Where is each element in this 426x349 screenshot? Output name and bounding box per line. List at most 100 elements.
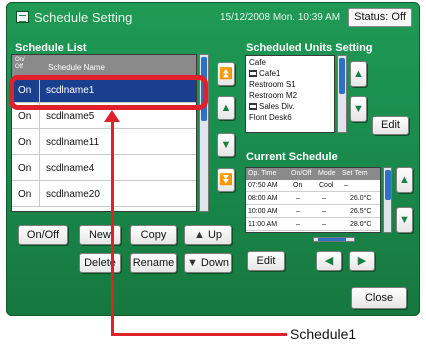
- delete-button[interactable]: Delete: [79, 253, 121, 273]
- schedule-up-button[interactable]: ▲: [396, 167, 413, 193]
- schedule-list-label: Schedule List: [15, 42, 87, 54]
- header-onoff: On/ Off: [15, 57, 25, 70]
- current-schedule-header: Op. Time On/Off Mode Set Tem: [246, 168, 380, 180]
- entry-time: 07:50 AM: [248, 182, 278, 189]
- annotation-line-vertical: [111, 118, 114, 336]
- entry-temp: 26.0°C: [350, 195, 372, 202]
- current-schedule-label: Current Schedule: [246, 151, 338, 163]
- entry-time: 10:00 AM: [248, 208, 278, 215]
- entry-mode: –: [322, 195, 326, 202]
- right-arrow-icon: ▶: [357, 255, 367, 267]
- unit-item[interactable]: Cafe1: [249, 68, 280, 79]
- unit-icon: [249, 70, 257, 77]
- schedule-left-button[interactable]: ◀: [316, 251, 342, 271]
- schedule-entry-row[interactable]: 11:00 AM – – 28.0°C: [246, 219, 380, 231]
- unit-item[interactable]: Restroom M2: [249, 90, 297, 101]
- down-label: Down: [200, 257, 230, 269]
- up-label: Up: [207, 229, 222, 241]
- unit-item[interactable]: Sales Div.: [249, 101, 294, 112]
- scrollbar-thumb[interactable]: [318, 238, 346, 241]
- header-mode: Mode: [318, 170, 336, 177]
- calendar-icon: [16, 11, 29, 23]
- move-top-button[interactable]: ⏫: [217, 62, 235, 86]
- units-up-button[interactable]: ▲: [350, 61, 367, 87]
- up-icon: ▲: [193, 229, 205, 241]
- unit-icon: [249, 103, 257, 110]
- current-schedule-hscrollbar[interactable]: [313, 237, 355, 242]
- double-down-icon: ⏬: [219, 174, 233, 186]
- move-up-button[interactable]: ▲ Up: [184, 225, 232, 245]
- entry-mode: –: [322, 208, 326, 215]
- entry-mode: Cool: [319, 182, 334, 189]
- units-label: Scheduled Units Setting: [246, 42, 373, 54]
- schedule-edit-button[interactable]: Edit: [247, 251, 285, 271]
- scrollbar-thumb[interactable]: [339, 58, 345, 94]
- double-up-icon: ⏫: [219, 68, 233, 80]
- header-set-temp: Set Tem: [342, 170, 368, 177]
- down-arrow-icon: ▼: [220, 139, 232, 151]
- down-arrow-icon: ▼: [399, 214, 410, 226]
- units-down-button[interactable]: ▼: [350, 96, 367, 122]
- unit-label: Sales Div.: [259, 102, 295, 111]
- unit-item[interactable]: Restroom S1: [249, 79, 296, 90]
- row-name: scdlname4: [46, 163, 95, 174]
- schedule-row[interactable]: On scdlname11: [12, 129, 196, 155]
- units-edit-button[interactable]: Edit: [372, 116, 409, 135]
- datetime: 15/12/2008 Mon. 10:39 AM: [220, 12, 341, 23]
- current-schedule-scrollbar[interactable]: [383, 167, 392, 233]
- up-arrow-icon: ▲: [399, 174, 410, 186]
- entry-mode: –: [322, 221, 326, 228]
- entry-onoff: On: [293, 182, 303, 189]
- schedule-right-button[interactable]: ▶: [349, 251, 375, 271]
- status-button[interactable]: Status: Off: [348, 8, 412, 27]
- schedule-entry-row[interactable]: 10:00 AM – – 26.5°C: [246, 206, 380, 218]
- entry-time: 08:00 AM: [248, 195, 278, 202]
- left-arrow-icon: ◀: [324, 255, 334, 267]
- entry-onoff: –: [296, 195, 300, 202]
- scrollbar-thumb[interactable]: [385, 170, 391, 200]
- schedule-entry-row[interactable]: 08:00 AM – – 26.0°C: [246, 193, 380, 205]
- scroll-up-button[interactable]: ▲: [217, 96, 235, 120]
- row-onoff: On: [18, 111, 32, 122]
- row-name: scdlname11: [46, 137, 100, 148]
- row-name: scdlname5: [46, 111, 95, 122]
- up-arrow-icon: ▲: [220, 102, 232, 114]
- row-name: scdlname20: [46, 189, 100, 200]
- annotation-label: Schedule1: [290, 326, 357, 342]
- header-onoff: On/Off: [291, 170, 312, 177]
- up-arrow-icon: ▲: [353, 68, 364, 80]
- row-onoff: On: [18, 137, 32, 148]
- current-schedule-table[interactable]: Op. Time On/Off Mode Set Tem 07:50 AM On…: [245, 167, 381, 233]
- row-onoff: On: [18, 163, 32, 174]
- new-button[interactable]: New: [79, 225, 121, 245]
- schedule-row[interactable]: On scdlname20: [12, 181, 196, 207]
- move-down-button[interactable]: ▼ Down: [184, 253, 232, 273]
- schedule-down-button[interactable]: ▼: [396, 207, 413, 233]
- entry-onoff: –: [296, 208, 300, 215]
- down-icon: ▼: [186, 257, 198, 269]
- entry-temp: 26.5°C: [350, 208, 372, 215]
- entry-temp: –: [344, 182, 348, 189]
- scroll-down-button[interactable]: ▼: [217, 133, 235, 157]
- copy-button[interactable]: Copy: [130, 225, 177, 245]
- header-schedule-name: Schedule Name: [48, 63, 105, 72]
- close-button[interactable]: Close: [351, 287, 407, 309]
- unit-group[interactable]: Cafe: [249, 57, 266, 68]
- title-bar: Schedule Setting 15/12/2008 Mon. 10:39 A…: [6, 2, 420, 32]
- units-scrollbar[interactable]: [337, 55, 347, 133]
- schedule-list-header: On/ Off Schedule Name: [12, 55, 196, 77]
- row-onoff: On: [18, 189, 32, 200]
- down-arrow-icon: ▼: [353, 103, 364, 115]
- onoff-button[interactable]: On/Off: [18, 225, 68, 245]
- scheduled-units-list[interactable]: Cafe Cafe1 Restroom S1 Restroom M2 Sales…: [245, 55, 335, 133]
- rename-button[interactable]: Rename: [130, 253, 177, 273]
- entry-onoff: –: [296, 221, 300, 228]
- window-title: Schedule Setting: [34, 10, 133, 25]
- schedule-entry-row[interactable]: 07:50 AM On Cool –: [246, 180, 380, 192]
- entry-temp: 28.0°C: [350, 221, 372, 228]
- move-bottom-button[interactable]: ⏬: [217, 168, 235, 192]
- header-op-time: Op. Time: [248, 170, 277, 177]
- unit-label: Cafe1: [259, 69, 281, 78]
- schedule-row[interactable]: On scdlname4: [12, 155, 196, 181]
- unit-item[interactable]: Flont Desk6: [249, 112, 292, 123]
